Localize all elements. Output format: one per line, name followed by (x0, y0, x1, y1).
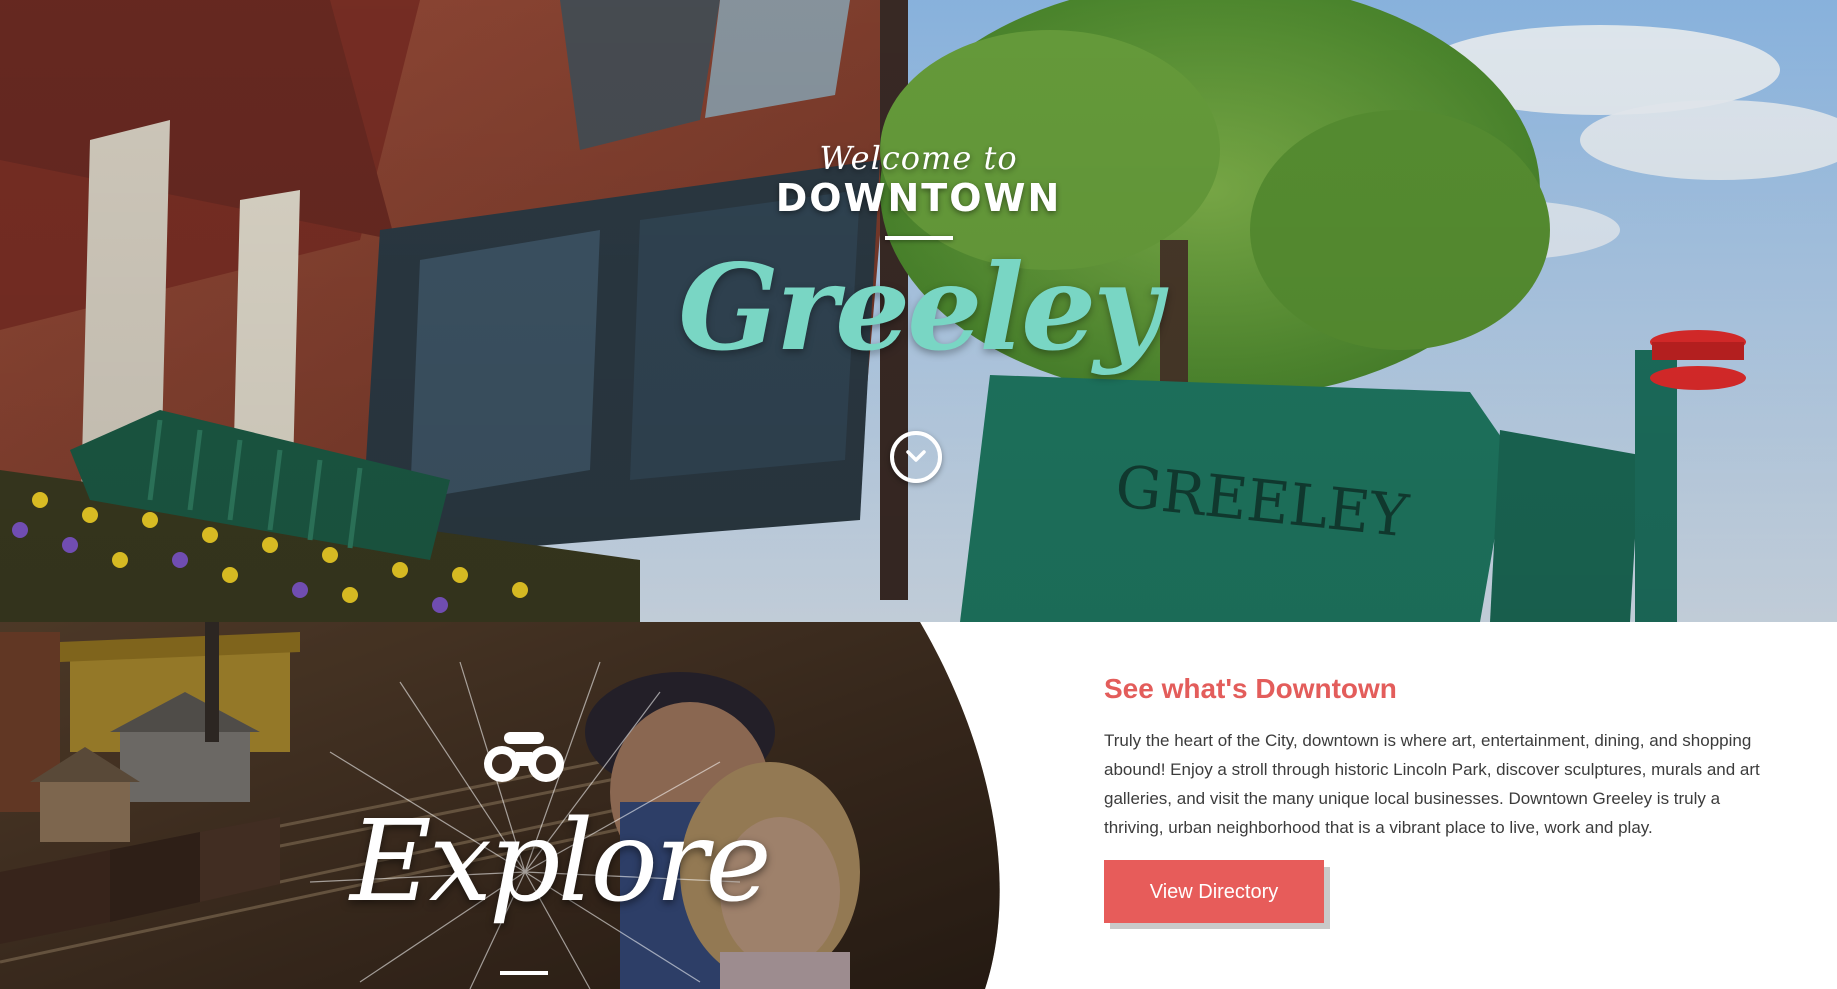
chevron-down-icon (906, 450, 926, 462)
intro-heading: See what's Downtown (1104, 673, 1397, 704)
hero-banner: GREELEY Welcome to DOWNTOWN Greeley (0, 0, 1837, 622)
intro-panel: See what's Downtown Truly the heart of t… (1104, 672, 1784, 930)
welcome-text: Welcome to (819, 139, 1018, 177)
scroll-down-button[interactable] (890, 431, 942, 483)
hero-heading: Welcome to DOWNTOWN Greeley (0, 140, 1837, 368)
binoculars-icon (484, 732, 564, 782)
downtown-text: DOWNTOWN (775, 176, 1062, 220)
view-directory-wrapper: View Directory (1104, 860, 1330, 930)
explore-title[interactable]: Explore (350, 802, 772, 922)
view-directory-button[interactable]: View Directory (1104, 860, 1324, 923)
intro-body: Truly the heart of the City, downtown is… (1104, 731, 1760, 837)
intro-section: Explore See what's Downtown Truly the he… (0, 622, 1837, 989)
greeley-script-title: Greeley (678, 238, 1162, 377)
explore-divider (500, 971, 548, 975)
page: GREELEY Welcome to DOWNTOWN Greeley Expl… (0, 0, 1837, 989)
